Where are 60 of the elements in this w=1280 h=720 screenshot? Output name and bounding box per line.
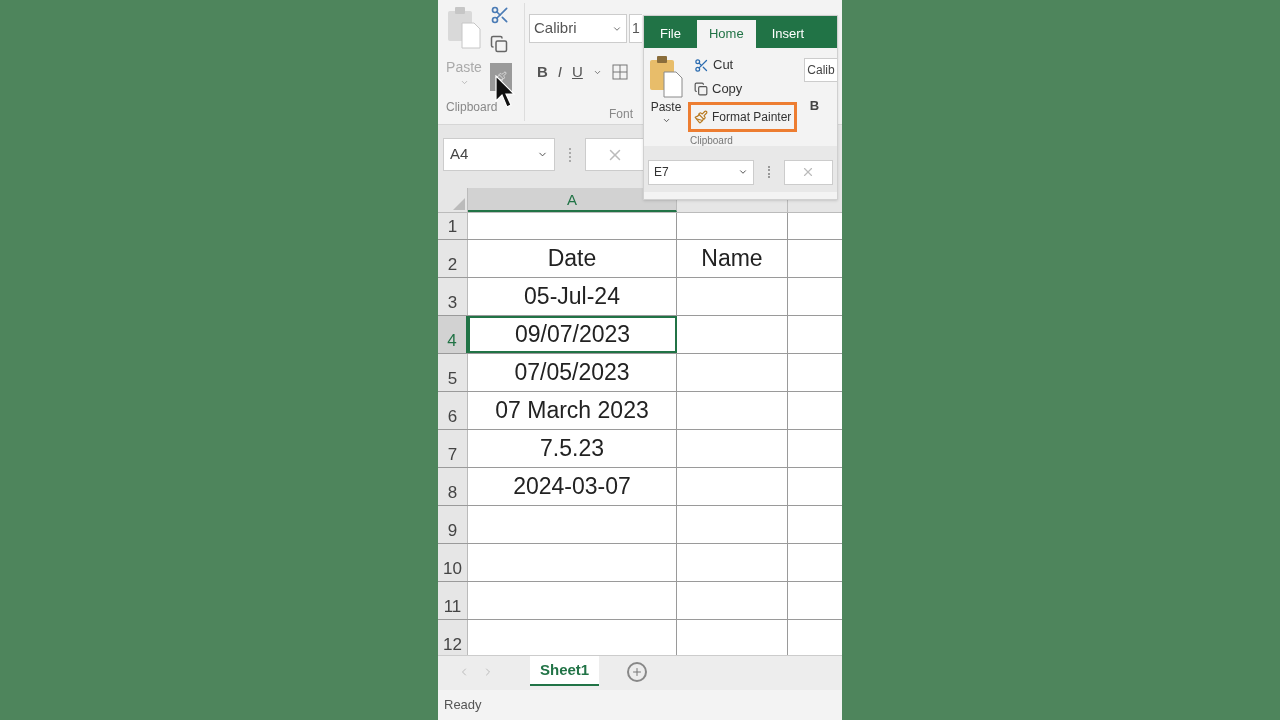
row-header[interactable]: 7 xyxy=(438,430,468,467)
copy-icon xyxy=(694,82,708,96)
font-field[interactable]: Calib xyxy=(804,58,837,82)
row-header[interactable]: 2 xyxy=(438,240,468,277)
command-button[interactable]: Copy xyxy=(688,78,798,100)
row-header[interactable]: 8 xyxy=(438,468,468,505)
column-header[interactable]: A xyxy=(468,188,677,212)
bold-button[interactable]: B xyxy=(537,61,548,84)
name-box[interactable]: A4 xyxy=(443,138,555,171)
font-field[interactable]: Calibri xyxy=(529,14,627,43)
command-button[interactable]: Cut xyxy=(688,54,798,76)
triangle-icon xyxy=(453,198,465,210)
borders-icon xyxy=(611,64,628,81)
plus-icon xyxy=(631,666,644,678)
table-cell: Name xyxy=(677,240,788,277)
row-header[interactable]: 4 xyxy=(438,316,468,353)
row-header[interactable]: 12 xyxy=(438,620,468,655)
row-header[interactable]: 5 xyxy=(438,354,468,391)
ribbon-tab[interactable]: Home xyxy=(696,20,756,48)
table-cell: 09/07/2023 xyxy=(468,316,677,353)
italic-button[interactable]: I xyxy=(557,61,562,84)
scissors-icon xyxy=(694,57,709,73)
font-size-field[interactable]: 1 xyxy=(629,14,642,43)
cancel-button[interactable] xyxy=(585,138,645,171)
table-cell: 07/05/2023 xyxy=(468,354,677,391)
ribbon-tab[interactable]: Insert xyxy=(759,20,817,48)
paintbrush-icon xyxy=(694,110,708,124)
ribbon-tab[interactable]: File xyxy=(648,20,693,48)
caret-icon xyxy=(737,167,748,177)
copy-icon xyxy=(490,35,508,53)
row-header[interactable]: 3 xyxy=(438,278,468,315)
paste-button[interactable]: Paste xyxy=(644,54,688,132)
row-header[interactable]: 9 xyxy=(438,506,468,543)
group-label: Clipboard xyxy=(445,99,499,116)
row-header[interactable]: 10 xyxy=(438,544,468,581)
group-label: Clipboard xyxy=(690,134,734,148)
command-button[interactable]: Format Painter xyxy=(688,102,798,132)
clipboard-icon xyxy=(648,54,684,98)
table-cell: 7.5.23 xyxy=(468,430,677,467)
row-header[interactable]: 11 xyxy=(438,582,468,619)
caret-icon xyxy=(459,78,469,87)
sheet-tab[interactable]: Sheet1 xyxy=(530,656,600,686)
caret-icon xyxy=(661,116,671,125)
group-label: Font xyxy=(609,105,634,123)
grip-icon xyxy=(767,166,770,178)
row-header[interactable]: 1 xyxy=(438,213,468,239)
scissors-icon xyxy=(490,5,510,25)
table-cell: 05-Jul-24 xyxy=(468,278,677,315)
bold-button[interactable]: B xyxy=(804,96,825,116)
underline-button[interactable]: U xyxy=(572,61,583,84)
table-cell: 07 March 2023 xyxy=(468,392,677,429)
table-cell: 2024-03-07 xyxy=(468,468,677,505)
add-sheet-button[interactable] xyxy=(627,662,648,682)
clipboard-icon xyxy=(446,5,482,49)
name-box[interactable]: E7 xyxy=(648,159,754,185)
cancel-button[interactable] xyxy=(783,159,833,185)
table-cell: Date xyxy=(468,240,677,277)
mouse-pointer-icon xyxy=(495,75,517,109)
row-header[interactable]: 6 xyxy=(438,392,468,429)
status-text: Ready xyxy=(444,696,482,715)
